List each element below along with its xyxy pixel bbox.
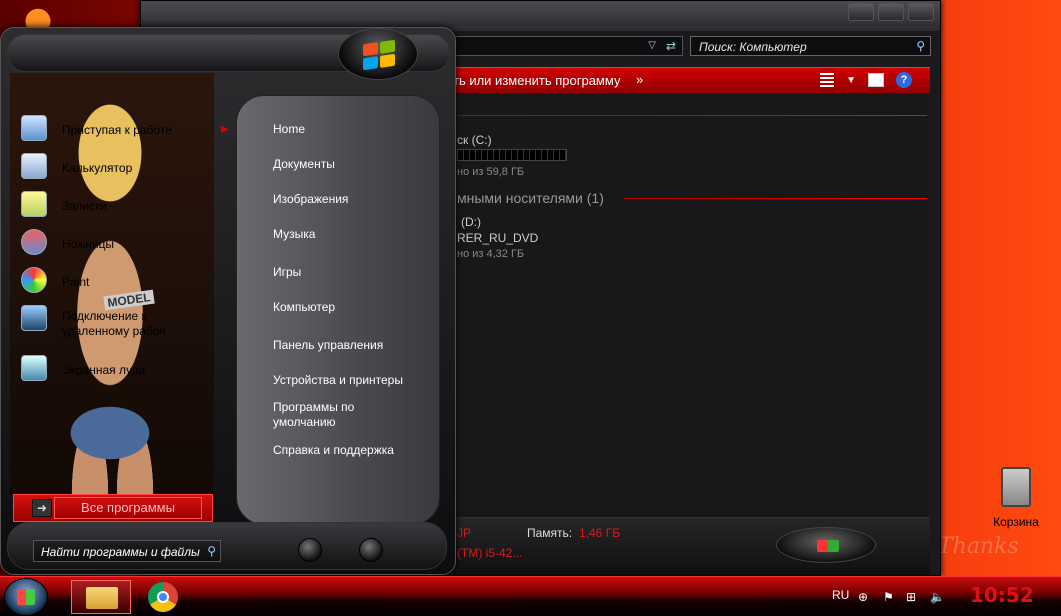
- program-remote-desktop[interactable]: Подключение к удаленному рабоч: [19, 303, 215, 347]
- preview-pane-icon[interactable]: [868, 73, 884, 87]
- paint-icon: [21, 267, 47, 293]
- start-link-music[interactable]: Музыка: [273, 227, 433, 242]
- close-button[interactable]: [908, 3, 934, 21]
- start-link-default-programs[interactable]: Программы по умолчанию: [273, 400, 383, 430]
- taskbar-explorer-button[interactable]: [71, 580, 131, 614]
- scissors-icon: [21, 229, 47, 255]
- wallpaper-signature: Thanks: [938, 534, 1019, 559]
- arrow-right-icon: ➜: [32, 499, 52, 517]
- drive-c-label[interactable]: ск (C:): [457, 133, 492, 147]
- start-link-devices-printers[interactable]: Устройства и принтеры: [273, 373, 433, 388]
- program-label: Приступая к работе: [62, 123, 172, 137]
- explorer-search-placeholder: Поиск: Компьютер: [699, 40, 807, 54]
- remote-desktop-icon: [21, 305, 47, 331]
- more-commands-button[interactable]: »: [636, 72, 643, 87]
- language-indicator[interactable]: RU: [832, 588, 849, 602]
- memory-value: 1,46 ГБ: [579, 526, 621, 540]
- folder-icon: [86, 587, 118, 609]
- program-snipping-tool[interactable]: Ножницы: [19, 227, 215, 259]
- program-label: Записки: [62, 199, 108, 213]
- drive-c-usage-bar: [457, 149, 567, 161]
- program-sticky-notes[interactable]: Записки: [19, 189, 215, 221]
- uninstall-program-button[interactable]: ть или изменить программу: [453, 73, 620, 88]
- explorer-search-input[interactable]: Поиск: Компьютер ⚲: [690, 36, 931, 56]
- taskbar-clock[interactable]: 10:52: [970, 583, 1034, 607]
- refresh-icon[interactable]: ⇄: [666, 39, 676, 53]
- start-link-pictures[interactable]: Изображения: [273, 192, 433, 207]
- show-hidden-icons-icon[interactable]: ⊕: [858, 590, 872, 604]
- start-link-control-panel[interactable]: Панель управления: [273, 338, 433, 353]
- help-icon[interactable]: ?: [896, 72, 912, 88]
- start-link-help-support[interactable]: Справка и поддержка: [273, 443, 433, 458]
- start-search-input[interactable]: Найти программы и файлы ⚲: [33, 540, 221, 562]
- start-link-computer[interactable]: Компьютер: [273, 300, 433, 315]
- start-menu: MODEL Приступая к работе Калькулятор Зап…: [0, 27, 456, 575]
- program-calculator[interactable]: Калькулятор: [19, 151, 215, 183]
- program-magnifier[interactable]: Экранная лупа: [19, 353, 215, 385]
- drive-d-free: но из 4,32 ГБ: [457, 248, 525, 260]
- taskbar-chrome-button[interactable]: [148, 582, 178, 612]
- chrome-icon: [157, 591, 169, 603]
- drive-d-volume: RER_RU_DVD: [457, 231, 539, 245]
- shutdown-options-button[interactable]: [359, 538, 383, 562]
- maximize-button[interactable]: [878, 3, 904, 21]
- program-label: Подключение к удаленному рабоч: [62, 309, 166, 338]
- start-search-placeholder: Найти программы и файлы: [41, 545, 200, 559]
- recycle-bin-icon: [1001, 467, 1031, 507]
- magnifier-icon: [21, 355, 47, 381]
- getting-started-icon: [21, 115, 47, 141]
- program-label: Калькулятор: [62, 161, 133, 175]
- program-label: Экранная лупа: [62, 363, 146, 377]
- memory-label: Память:: [527, 526, 573, 540]
- program-paint[interactable]: Paint: [19, 265, 215, 297]
- search-icon[interactable]: ⚲: [916, 39, 925, 53]
- taskbar: RU ⊕ ⚑ ⊞ 🔈 10:52: [0, 576, 1061, 616]
- shutdown-button[interactable]: [298, 538, 322, 562]
- action-center-flag-icon[interactable]: ⚑: [883, 590, 897, 604]
- address-bar[interactable]: ▽ ⇄: [451, 36, 683, 56]
- start-link-documents[interactable]: Документы: [273, 157, 433, 172]
- sticky-notes-icon: [21, 191, 47, 217]
- minimize-button[interactable]: [848, 3, 874, 21]
- drive-c-free: но из 59,8 ГБ: [457, 166, 525, 178]
- windows-logo-icon: [776, 527, 876, 563]
- recycle-bin-shortcut[interactable]: Корзина: [986, 467, 1046, 529]
- program-label: Paint: [62, 275, 90, 289]
- windows-flag-icon: [338, 28, 418, 80]
- all-programs-button[interactable]: ➜ Все программы: [13, 494, 213, 522]
- start-menu-right-pane: Home Документы Изображения Музыка Игры К…: [236, 95, 440, 525]
- chevron-down-icon[interactable]: ▼: [846, 75, 856, 86]
- section-divider: [623, 198, 927, 199]
- removable-section-header[interactable]: мными носителями (1): [457, 190, 604, 206]
- program-getting-started[interactable]: Приступая к работе: [19, 113, 215, 145]
- network-icon[interactable]: ⊞: [906, 590, 920, 604]
- address-dropdown-icon[interactable]: ▽: [648, 40, 656, 51]
- all-programs-label: Все программы: [54, 497, 202, 519]
- start-link-home[interactable]: Home: [273, 122, 433, 137]
- recycle-bin-label: Корзина: [993, 515, 1039, 529]
- search-icon: ⚲: [207, 544, 216, 558]
- computer-name: JP: [457, 526, 472, 540]
- drive-d-label[interactable]: (D:): [461, 215, 481, 229]
- view-options-icon[interactable]: [820, 73, 835, 87]
- start-button[interactable]: [4, 578, 48, 616]
- selection-arrow-icon: ▶: [221, 124, 229, 135]
- cpu-info: (TM) i5-42...: [457, 546, 523, 560]
- volume-icon[interactable]: 🔈: [930, 590, 945, 604]
- program-label: Ножницы: [62, 237, 115, 251]
- calculator-icon: [21, 153, 47, 179]
- windows-flag-icon: [17, 589, 35, 605]
- start-link-games[interactable]: Игры: [273, 265, 433, 280]
- start-menu-footer: Найти программы и файлы ⚲: [7, 522, 447, 570]
- section-divider: [457, 115, 927, 116]
